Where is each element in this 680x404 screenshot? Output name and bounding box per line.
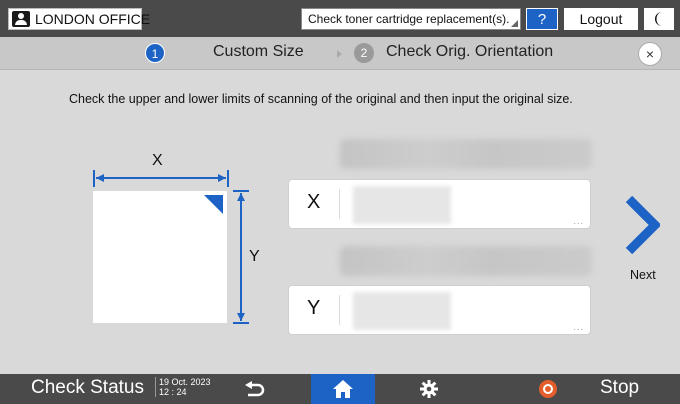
time-text: 12 : 24 (159, 387, 187, 397)
date-time: 19 Oct. 2023 12 : 24 (155, 377, 211, 397)
diagram-y-label: Y (249, 248, 260, 265)
x-size-field[interactable]: X ... (288, 179, 591, 229)
field-divider (339, 295, 340, 325)
x-field-value (353, 186, 451, 224)
date-text: 19 Oct. 2023 (159, 377, 211, 387)
y-field-letter: Y (307, 297, 321, 319)
bottom-bar: Check Status 19 Oct. 2023 12 : 24 Stop (0, 374, 680, 404)
x-field-letter: X (307, 191, 321, 213)
next-arrow-icon[interactable] (624, 196, 660, 254)
stop-icon[interactable] (539, 380, 557, 398)
field-divider (339, 189, 340, 219)
back-icon[interactable] (244, 381, 266, 397)
y-size-field[interactable]: Y ... (288, 285, 591, 335)
x-field-dots: ... (573, 216, 584, 226)
check-status-button[interactable]: Check Status (31, 377, 144, 399)
home-button[interactable] (311, 374, 375, 404)
y-field-label (340, 246, 592, 276)
y-field-dots: ... (573, 322, 584, 332)
gear-icon[interactable] (420, 380, 438, 398)
x-field-label (340, 139, 592, 169)
home-icon (333, 380, 353, 398)
y-field-value (353, 292, 451, 330)
stop-button[interactable]: Stop (600, 377, 639, 399)
next-button-label[interactable]: Next (630, 268, 656, 282)
